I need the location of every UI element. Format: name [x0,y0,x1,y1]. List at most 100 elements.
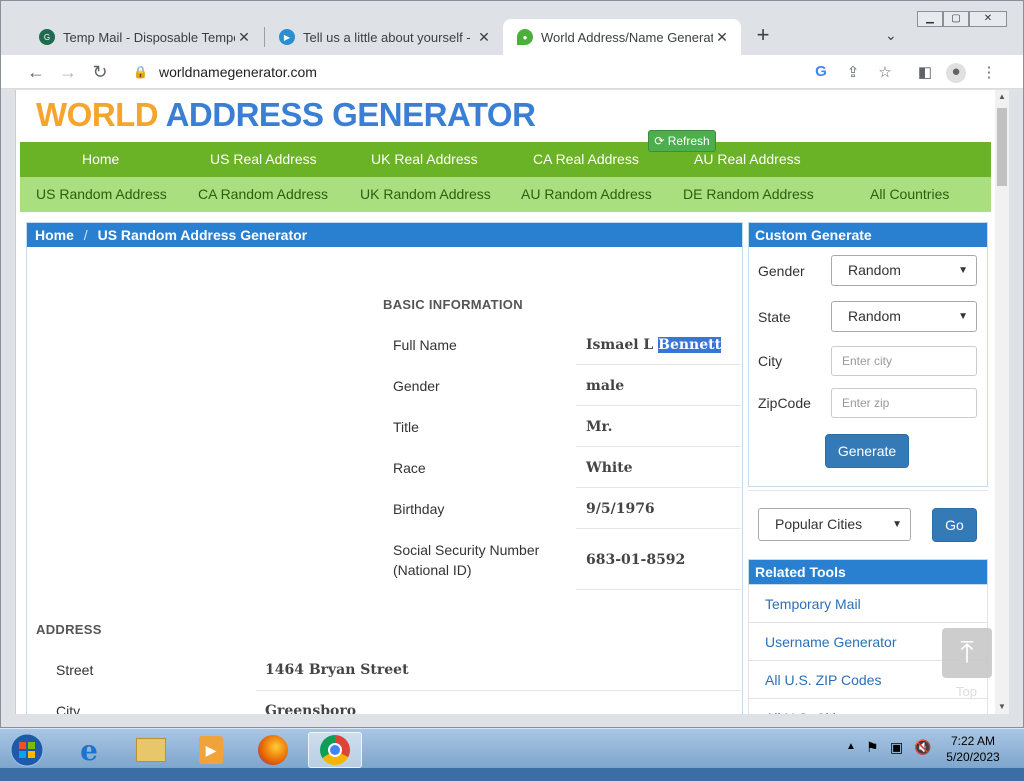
logo-world: WORLD [36,96,159,133]
show-hidden-icons-icon[interactable]: ▲ [846,741,856,781]
ssn-label-sub: (National ID) [393,562,472,578]
clock-date: 5/20/2023 [946,750,1000,764]
go-button[interactable]: Go [932,508,977,542]
bluesky-favicon-icon: ▶ [279,29,295,45]
browser-window: G Temp Mail - Disposable Tempora ✕ ▶ Tel… [0,0,1024,728]
city-input[interactable]: Enter city [831,346,977,376]
back-arrow-icon[interactable]: ← [24,61,48,83]
main-panel: Home / US Random Address Generator [26,222,743,714]
url-text[interactable]: worldnamegenerator.com [159,64,317,80]
tab-bluesky[interactable]: ▶ Tell us a little about yourself - Blu … [265,19,503,55]
street-label: Street [56,662,94,678]
secondary-nav: US Random Address CA Random Address UK R… [20,177,991,212]
gender-value: male [586,378,625,394]
map-pin-favicon-icon: ● [517,29,533,45]
full-name-selected: Bennett [658,337,722,353]
profile-avatar-icon[interactable]: ● [946,63,966,83]
scrollbar-thumb[interactable] [997,108,1007,186]
nav-home[interactable]: Home [82,142,119,177]
title-label: Title [393,419,419,435]
basic-info-heading: BASIC INFORMATION [383,297,523,312]
nav-ca-random-address[interactable]: CA Random Address [198,177,328,212]
link-us-cities[interactable]: All U.S. Cities [748,699,988,714]
windows-taskbar: e ▶ ▲ ⚑ ▣ 🔇 7:22 AM 5/20/2023 [0,728,1024,768]
row-divider [576,364,741,365]
bookmark-star-icon[interactable]: ☆ [875,63,895,83]
nav-all-countries[interactable]: All Countries [870,177,949,212]
full-name-value[interactable]: Ismael L Bennett [586,337,722,353]
site-logo[interactable]: WORLD ADDRESS GENERATOR [36,96,536,134]
street-value: 1464 Bryan Street [265,662,409,678]
action-center-flag-icon[interactable]: ⚑ [866,739,879,779]
ssn-label: Social Security Number [393,542,540,558]
chevron-down-icon: ▼ [892,519,902,530]
breadcrumb-current: US Random Address Generator [97,227,308,243]
forward-arrow-icon[interactable]: → [56,61,80,83]
generate-button[interactable]: Generate [825,434,909,468]
nav-ca-real-address[interactable]: CA Real Address [533,142,639,177]
breadcrumb-home[interactable]: Home [35,227,74,243]
nav-au-random-address[interactable]: AU Random Address [521,177,652,212]
new-tab-button[interactable]: + [751,24,775,48]
row-divider [576,589,741,590]
volume-muted-icon[interactable]: 🔇 [914,739,931,779]
row-divider [256,690,741,691]
network-icon[interactable]: ▣ [890,739,903,779]
tab-label: Tell us a little about yourself - Blu [303,29,475,45]
clock-time: 7:22 AM [950,734,996,748]
share-icon[interactable]: ⇪ [843,63,863,83]
race-value: White [586,460,633,476]
nav-us-random-address[interactable]: US Random Address [36,177,167,212]
maximize-button[interactable]: ▢ [943,11,969,27]
row-divider [576,405,741,406]
taskbar-firefox[interactable] [246,732,300,768]
refresh-button[interactable]: ⟳ Refresh [648,130,716,152]
breadcrumb-separator: / [83,227,88,243]
nav-uk-random-address[interactable]: UK Random Address [360,177,491,212]
back-to-top-label[interactable]: Top [956,684,977,699]
scroll-up-icon[interactable]: ▲ [995,90,1009,104]
start-button[interactable] [2,732,52,768]
window-close-button[interactable]: ✕ [969,11,1007,27]
tab-temp-mail[interactable]: G Temp Mail - Disposable Tempora ✕ [25,19,263,55]
reload-icon[interactable]: ↻ [88,61,112,83]
full-name-label: Full Name [393,337,457,353]
birthday-label: Birthday [393,501,445,517]
nav-de-random-address[interactable]: DE Random Address [683,177,814,212]
race-label: Race [393,460,426,476]
side-panel-icon[interactable]: ◧ [915,63,935,83]
address-heading: ADDRESS [36,622,102,637]
tab-search-chevron-icon[interactable]: ⌄ [885,27,897,44]
address-bar[interactable]: 🔒 worldnamegenerator.com [123,59,903,85]
taskbar-file-explorer[interactable] [124,732,178,768]
close-tab-icon[interactable]: ✕ [475,29,493,46]
nav-us-real-address[interactable]: US Real Address [210,142,317,177]
chevron-down-icon: ▼ [958,265,968,276]
close-tab-icon[interactable]: ✕ [713,29,731,46]
city-value: Greensboro [265,703,357,714]
minimize-button[interactable]: ▁ [917,11,943,27]
taskbar-chrome[interactable] [308,732,362,768]
google-icon[interactable]: G [811,63,831,83]
scroll-down-icon[interactable]: ▼ [995,700,1009,714]
close-tab-icon[interactable]: ✕ [235,29,253,46]
gender-label: Gender [393,378,440,394]
popular-cities-select[interactable]: Popular Cities ▼ [758,508,911,541]
menu-kebab-icon[interactable]: ⋮ [979,63,999,83]
clock[interactable]: 7:22 AM 5/20/2023 [944,733,1002,773]
nav-uk-real-address[interactable]: UK Real Address [371,142,478,177]
state-select[interactable]: Random ▼ [831,301,977,332]
tab-label: Temp Mail - Disposable Tempora [63,29,235,45]
gender-select[interactable]: Random ▼ [831,255,977,286]
zip-input[interactable]: Enter zip [831,388,977,418]
vertical-scrollbar[interactable]: ▲ ▼ [995,90,1009,714]
row-divider [576,528,741,529]
back-to-top-arrow-icon[interactable]: ⤒ [942,628,992,678]
taskbar-internet-explorer[interactable]: e [62,732,116,768]
tab-label: World Address/Name Generator [541,29,713,45]
tab-world-address[interactable]: ● World Address/Name Generator ✕ [503,19,741,55]
taskbar-media-player[interactable]: ▶ [184,732,238,768]
title-value: Mr. [586,419,613,435]
link-temporary-mail[interactable]: Temporary Mail [748,585,988,623]
browser-toolbar: ← → ↻ 🔒 worldnamegenerator.com G ⇪ ☆ ◧ ●… [1,55,1023,89]
